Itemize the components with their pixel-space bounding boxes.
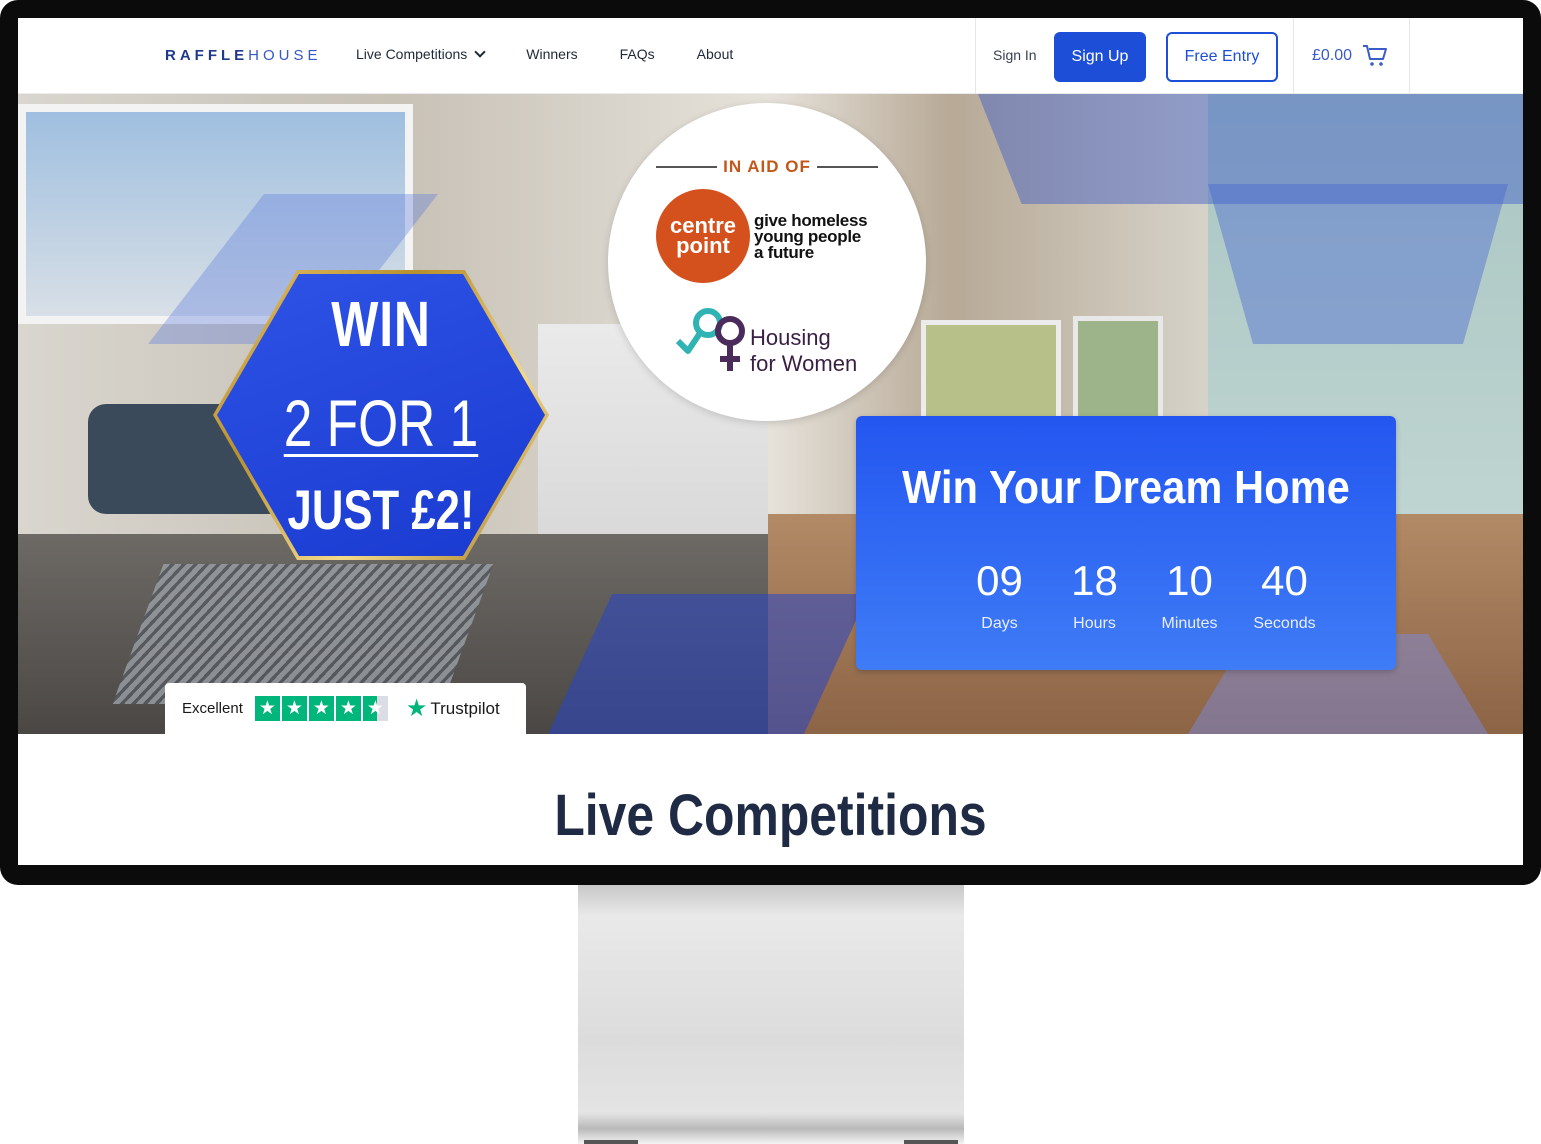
monitor-frame: RAFFLEHOUSE Live Competitions Winners FA… [0, 0, 1541, 885]
countdown-timer: 09 Days 18 Hours 10 Minutes 40 Seconds [952, 559, 1332, 633]
star-icon: ★ [281, 696, 307, 721]
cart-button[interactable]: £0.00 [1312, 44, 1388, 68]
main-nav: Live Competitions Winners FAQs About [356, 45, 775, 62]
divider-line [656, 166, 718, 168]
countdown-hours: 18 Hours [1047, 559, 1142, 633]
offer-badge: WIN 2 FOR 1 JUST £2! [213, 270, 549, 560]
hero-banner[interactable]: WIN 2 FOR 1 JUST £2! IN AID OF centre po… [18, 94, 1523, 734]
live-competitions-heading: Live Competitions [554, 783, 987, 848]
countdown-label: Hours [1073, 615, 1116, 632]
countdown-value: 10 [1166, 557, 1213, 604]
decorative-shape [1208, 184, 1508, 344]
trustpilot-widget[interactable]: Excellent ★ ★ ★ ★ ★ ★ Trustpilot [165, 683, 526, 734]
trustpilot-stars: ★ ★ ★ ★ ★ [254, 696, 388, 721]
trustpilot-logo: ★ Trustpilot [406, 694, 500, 723]
logo-bold-text: RAFFLE [165, 47, 249, 64]
housing-for-women-icon [675, 308, 745, 371]
nav-faqs-label: FAQs [619, 46, 655, 62]
centrepoint-tagline-3: a future [754, 243, 814, 262]
countdown-value: 09 [976, 557, 1023, 604]
nav-about[interactable]: About [697, 46, 734, 62]
centrepoint-logo-text-2: point [676, 233, 730, 258]
site-header: RAFFLEHOUSE Live Competitions Winners FA… [18, 18, 1523, 94]
countdown-days: 09 Days [952, 559, 1047, 633]
charity-badge: IN AID OF centre point give homeless you… [608, 103, 926, 421]
hfw-line-2: for Women [750, 351, 858, 376]
monitor-stand [578, 885, 964, 1144]
nav-winners-label: Winners [526, 46, 578, 62]
sign-up-button[interactable]: Sign Up [1054, 32, 1146, 82]
nav-winners[interactable]: Winners [526, 46, 577, 62]
divider-line [816, 166, 879, 168]
countdown-title: Win Your Dream Home [902, 461, 1350, 513]
offer-line-3: JUST £2! [287, 478, 475, 541]
free-entry-button[interactable]: Free Entry [1166, 32, 1278, 82]
sign-in-link[interactable]: Sign In [993, 47, 1037, 63]
countdown-label: Seconds [1253, 615, 1316, 632]
countdown-seconds: 40 Seconds [1237, 559, 1332, 633]
site-logo[interactable]: RAFFLEHOUSE [165, 47, 322, 64]
trustpilot-rating-text: Excellent [182, 700, 243, 717]
countdown-value: 18 [1071, 557, 1118, 604]
countdown-value: 40 [1261, 557, 1308, 604]
nav-live-competitions-label: Live Competitions [356, 46, 468, 62]
star-icon: ★ [335, 696, 361, 721]
star-icon: ★ [308, 696, 334, 721]
in-aid-of-label: IN AID OF [656, 157, 879, 177]
in-aid-of-text: IN AID OF [723, 157, 811, 176]
nav-about-label: About [696, 46, 734, 62]
header-divider [1293, 18, 1294, 94]
browser-viewport: RAFFLEHOUSE Live Competitions Winners FA… [18, 18, 1523, 865]
hfw-line-1: Housing [750, 325, 831, 350]
countdown-minutes: 10 Minutes [1142, 559, 1237, 633]
nav-live-competitions[interactable]: Live Competitions [356, 45, 486, 62]
chevron-down-icon [474, 45, 486, 58]
countdown-label: Days [981, 615, 1018, 632]
stand-foot [584, 1140, 638, 1144]
stand-foot [904, 1140, 958, 1144]
offer-line-2: 2 FOR 1 [283, 386, 479, 460]
logo-light-text: HOUSE [248, 47, 322, 64]
star-half-icon: ★ [362, 696, 388, 721]
trustpilot-brand: Trustpilot [430, 698, 500, 718]
centrepoint-tagline: give homeless young people a future [754, 212, 868, 262]
nav-faqs[interactable]: FAQs [620, 46, 655, 62]
countdown-label: Minutes [1161, 615, 1218, 632]
offer-badge-text: WIN 2 FOR 1 JUST £2! [250, 270, 512, 560]
header-divider [1409, 18, 1410, 94]
countdown-card: Win Your Dream Home 09 Days 18 Hours 10 … [856, 416, 1396, 670]
cart-total: £0.00 [1312, 47, 1353, 64]
star-icon: ★ [254, 696, 280, 721]
header-divider [975, 18, 976, 94]
offer-line-1: WIN [331, 288, 431, 360]
cart-icon [1363, 45, 1388, 66]
housing-for-women-logo-text: Housing for Women [750, 325, 857, 377]
centrepoint-logo: centre point [656, 189, 750, 283]
trustpilot-star-icon: ★ [405, 695, 428, 722]
